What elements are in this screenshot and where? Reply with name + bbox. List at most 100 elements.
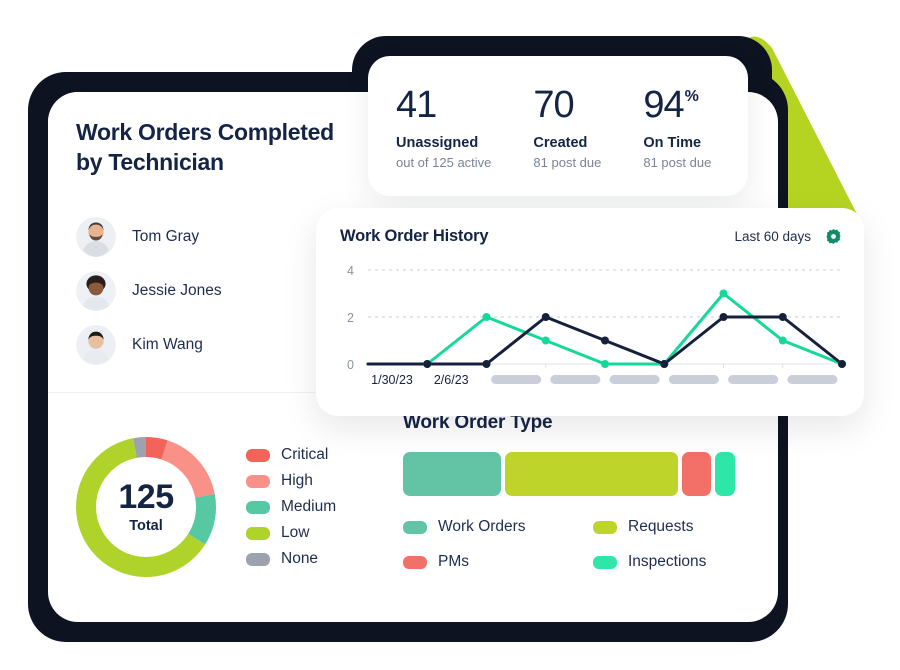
- legend-label: High: [281, 472, 313, 489]
- stat-unassigned: 41 Unassigned out of 125 active: [396, 86, 491, 170]
- legend-swatch: [403, 520, 427, 534]
- y-axis-tick-label: 4: [347, 264, 354, 278]
- legend-swatch: [403, 555, 427, 569]
- chart-data-point[interactable]: [719, 289, 728, 298]
- legend-label: PMs: [438, 553, 469, 570]
- x-axis-tick-label: 1/30/23: [371, 373, 413, 387]
- line-chart: 0 2 4 1/30/23 2/6/23: [316, 256, 864, 406]
- chart-data-point[interactable]: [719, 313, 728, 321]
- legend-item[interactable]: High: [246, 468, 336, 494]
- legend-item[interactable]: Work Orders: [403, 518, 593, 536]
- stat-value: 41: [396, 84, 437, 126]
- chart-series-line: [366, 292, 844, 366]
- x-axis-placeholder-pill: [728, 375, 779, 384]
- legend-label: Inspections: [628, 553, 707, 570]
- x-axis-placeholder-pill: [609, 375, 660, 384]
- stat-label: On Time: [643, 135, 702, 151]
- legend-label: Requests: [628, 518, 694, 535]
- list-item[interactable]: Tom Gray 84: [76, 210, 344, 264]
- y-axis-tick-label: 0: [347, 358, 354, 372]
- technician-name: Jessie Jones: [132, 282, 222, 299]
- legend-item[interactable]: Critical: [246, 442, 336, 468]
- work-order-type-segment[interactable]: [682, 452, 712, 496]
- x-axis-tick-label: 2/6/23: [434, 373, 469, 387]
- x-axis-placeholder-pill: [668, 375, 719, 384]
- stat-value-suffix: %: [684, 88, 699, 105]
- stat-label: Unassigned: [396, 135, 479, 151]
- chart-data-point[interactable]: [541, 336, 550, 345]
- legend-swatch: [246, 526, 270, 540]
- stat-value: 94%: [643, 84, 699, 126]
- stat-sublabel: 81 post due: [643, 155, 712, 170]
- legend-swatch: [593, 520, 617, 534]
- stat-on-time: 94% On Time 81 post due: [643, 86, 711, 170]
- legend-label: Work Orders: [438, 518, 526, 535]
- legend-label: Critical: [281, 446, 329, 463]
- legend-item[interactable]: Inspections: [593, 553, 758, 571]
- legend-swatch: [593, 555, 617, 569]
- y-axis-tick-label: 2: [347, 311, 354, 325]
- history-controls: Last 60 days: [734, 228, 842, 245]
- history-title: Work Order History: [340, 227, 489, 245]
- stat-label: Created: [533, 135, 588, 151]
- legend-item[interactable]: Low: [246, 520, 336, 546]
- priority-legend: Critical High Medium Low None: [246, 442, 336, 572]
- legend-label: Medium: [281, 498, 337, 515]
- page-title-line2: by Technician: [76, 148, 224, 175]
- stat-sublabel: 81 post due: [533, 155, 602, 170]
- technician-name: Tom Gray: [132, 228, 200, 245]
- chart-data-point[interactable]: [482, 313, 491, 321]
- work-order-type-segment[interactable]: [715, 452, 735, 496]
- legend-item[interactable]: Medium: [246, 494, 336, 520]
- legend-swatch: [246, 448, 270, 462]
- history-card-header: Work Order History Last 60 days: [316, 208, 864, 246]
- chart-data-point[interactable]: [601, 360, 609, 368]
- legend-label: Low: [281, 524, 310, 541]
- stat-value: 70: [533, 84, 574, 126]
- list-item[interactable]: Kim Wang 75: [76, 318, 344, 372]
- donut-chart: 125 Total: [70, 431, 222, 583]
- x-axis-placeholder-pill: [491, 375, 542, 384]
- work-order-type-segment[interactable]: [403, 452, 501, 496]
- work-order-type-panel: Work Order Type Work Orders Requests PMs In…: [403, 412, 758, 602]
- technician-name: Kim Wang: [132, 336, 203, 353]
- chart-data-point[interactable]: [838, 360, 846, 368]
- chart-data-point[interactable]: [482, 360, 491, 368]
- avatar: [76, 271, 116, 311]
- chart-data-point[interactable]: [423, 360, 432, 368]
- avatar: [76, 217, 116, 257]
- legend-item[interactable]: Requests: [593, 518, 758, 536]
- chart-data-point[interactable]: [601, 336, 609, 345]
- chart-data-point[interactable]: [778, 336, 787, 345]
- avatar: [76, 325, 116, 365]
- work-order-history-card: Work Order History Last 60 days 0 2 4 1/30/…: [316, 208, 864, 416]
- legend-swatch: [246, 552, 270, 566]
- stat-value-number: 94: [643, 84, 684, 126]
- priority-donut-panel: 125 Total Critical High Medium Low None: [70, 407, 410, 607]
- work-order-type-bar: [403, 452, 735, 496]
- technician-list: Tom Gray 84 Jessie Jones 76: [76, 210, 344, 372]
- gear-icon[interactable]: [825, 228, 842, 245]
- legend-swatch: [246, 500, 270, 514]
- list-item[interactable]: Jessie Jones 76: [76, 264, 344, 318]
- legend-item[interactable]: PMs: [403, 553, 593, 571]
- legend-item[interactable]: None: [246, 546, 336, 572]
- chart-data-point[interactable]: [778, 313, 787, 321]
- legend-swatch: [246, 474, 270, 488]
- stats-row: 41 Unassigned out of 125 active 70 Creat…: [368, 56, 748, 170]
- technician-panel: Work Orders Completed by Technician Tom …: [48, 92, 358, 382]
- work-order-type-segment[interactable]: [504, 452, 678, 496]
- date-range-label[interactable]: Last 60 days: [734, 229, 811, 244]
- x-axis-placeholder-pill: [787, 375, 838, 384]
- chart-data-point[interactable]: [660, 360, 669, 368]
- chart-data-point[interactable]: [541, 313, 550, 321]
- page-title-line1: Work Orders Completed: [76, 119, 334, 145]
- work-order-type-legend: Work Orders Requests PMs Inspections: [403, 518, 758, 571]
- page-title: Work Orders Completed by Technician: [76, 118, 356, 178]
- stat-sublabel: out of 125 active: [396, 155, 492, 170]
- x-axis-placeholder-pill: [550, 375, 601, 384]
- legend-label: None: [281, 550, 319, 567]
- stats-card: 41 Unassigned out of 125 active 70 Creat…: [368, 56, 748, 196]
- dashboard-illustration: Work Orders Completed by Technician Tom …: [0, 0, 900, 670]
- stat-created: 70 Created 81 post due: [533, 86, 601, 170]
